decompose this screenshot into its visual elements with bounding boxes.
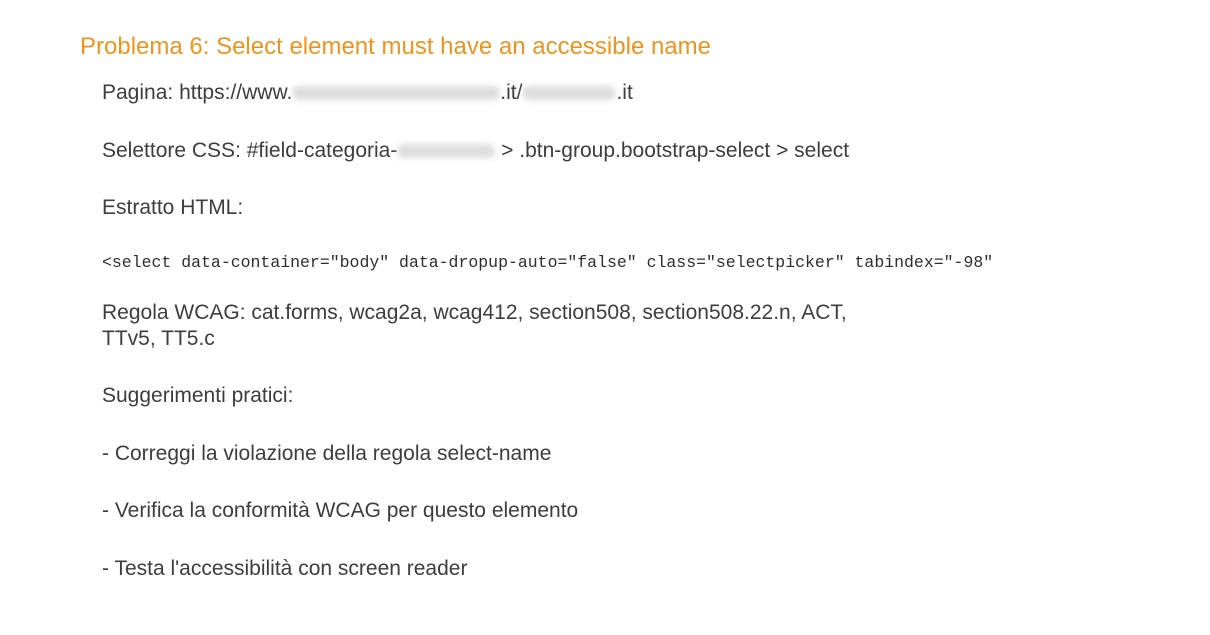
wcag-rule-line-1: Regola WCAG: cat.forms, wcag2a, wcag412,… [102,301,847,324]
redacted-path [522,86,617,100]
suggestion-item: - Verifica la conformità WCAG per questo… [102,499,579,522]
css-selector-line: Selettore CSS: #field-categoria- > .btn-… [102,138,849,164]
html-excerpt-code: <select data-container="body" data-dropu… [102,253,994,272]
page-url-line: Pagina: https://www. .it/ .it [102,80,633,106]
page-label: Pagina: [102,81,174,104]
html-excerpt-label: Estratto HTML: [102,196,244,219]
suggestions-label: Suggerimenti pratici: [102,384,294,407]
redacted-selector-suffix [397,144,496,158]
selector-suffix: > .btn-group.bootstrap-select > select [495,139,850,162]
page-url-suffix: .it [616,81,633,104]
selector-prefix: #field-categoria- [246,139,398,162]
selector-label: Selettore CSS: [102,139,241,162]
page-url-prefix: https://www. [179,81,293,104]
redacted-domain [292,86,501,100]
suggestion-item: - Testa l'accessibilità con screen reade… [102,557,468,580]
problem-heading: Problema 6: Select element must have an … [80,33,711,60]
wcag-rule-line-2: TTv5, TT5.c [102,327,215,350]
suggestion-item: - Correggi la violazione della regola se… [102,442,552,465]
page-url-middle: .it/ [500,81,523,104]
